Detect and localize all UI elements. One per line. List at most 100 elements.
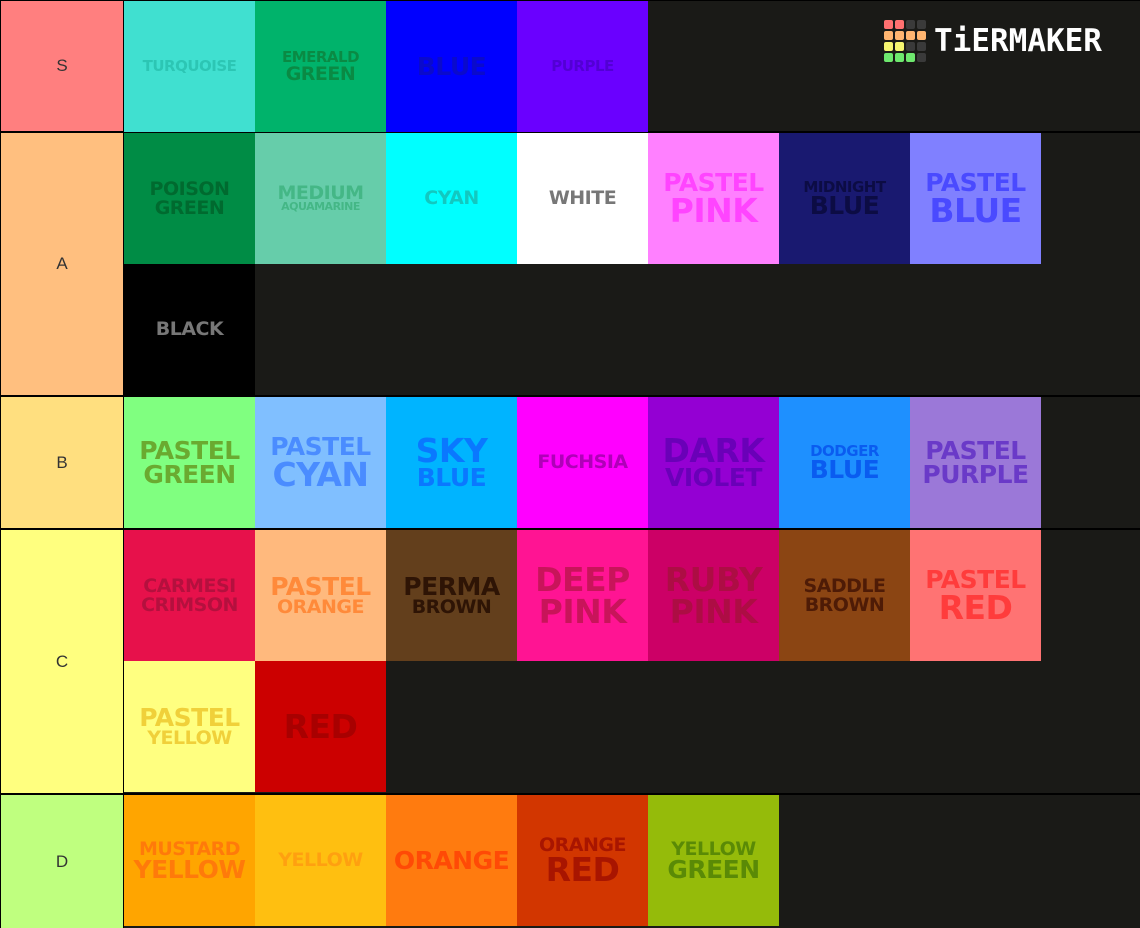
tile-label-line1: PURPLE bbox=[551, 57, 614, 76]
logo-grid-cell bbox=[917, 31, 926, 40]
tile-label-line2: PINK bbox=[669, 591, 758, 631]
tile-label-line2: GREEN bbox=[285, 62, 356, 85]
logo-grid-cell bbox=[884, 20, 893, 29]
logo-grid-cell bbox=[895, 31, 904, 40]
tier-list-board: S TURQUOISE EMERALD GREEN BLUE PURPLE A POIS… bbox=[0, 0, 1140, 928]
tier-item-tile[interactable]: POISON GREEN bbox=[124, 133, 255, 264]
tier-items-d[interactable]: MUSTARD YELLOW YELLOW ORANGE ORANGE RED YELLOW… bbox=[124, 795, 1042, 928]
tier-item-tile[interactable]: RUBY PINK bbox=[648, 530, 779, 661]
tile-label-line2: CYAN bbox=[272, 454, 369, 494]
tier-item-tile[interactable]: PASTEL GREEN bbox=[124, 397, 255, 528]
tier-items-c[interactable]: CARMESI CRIMSON PASTEL ORANGE PERMA BROWN DEEP… bbox=[124, 530, 1042, 793]
tier-item-tile[interactable]: PASTEL PINK bbox=[648, 133, 779, 264]
tier-row-d: D MUSTARD YELLOW YELLOW ORANGE ORANGE RED YELL… bbox=[0, 795, 1140, 928]
tier-item-tile[interactable]: ORANGE RED bbox=[517, 795, 648, 926]
tier-label-d[interactable]: D bbox=[0, 795, 124, 928]
tile-label-line1: FUCHSIA bbox=[537, 451, 628, 474]
logo-grid-cell bbox=[906, 20, 915, 29]
tier-item-tile[interactable]: DODGER BLUE bbox=[779, 397, 910, 528]
tile-label-line1: BLACK bbox=[155, 318, 224, 341]
tier-item-tile[interactable]: PURPLE bbox=[517, 1, 648, 132]
logo-grid-cell bbox=[895, 53, 904, 62]
tier-item-tile[interactable]: PASTEL ORANGE bbox=[255, 530, 386, 661]
tile-label-line2: YELLOW bbox=[133, 854, 246, 884]
tile-label-line2: GREEN bbox=[143, 459, 236, 489]
tier-item-tile[interactable]: YELLOW bbox=[255, 795, 386, 926]
tier-item-tile[interactable]: YELLOW GREEN bbox=[648, 795, 779, 926]
tier-item-tile[interactable]: DEEP PINK bbox=[517, 530, 648, 661]
tile-label-line2: YELLOW bbox=[147, 727, 232, 750]
tier-item-tile[interactable]: PASTEL RED bbox=[910, 530, 1041, 661]
tile-label-line2: RED bbox=[545, 849, 620, 889]
tile-label-line2: BLUE bbox=[809, 454, 880, 484]
tier-item-tile[interactable]: SKY BLUE bbox=[386, 397, 517, 528]
logo-grid-cell bbox=[906, 53, 915, 62]
tier-row-c: C CARMESI CRIMSON PASTEL ORANGE PERMA BROWN DE… bbox=[0, 530, 1140, 795]
tier-item-tile[interactable]: EMERALD GREEN bbox=[255, 1, 386, 132]
tier-item-tile[interactable]: PASTEL CYAN bbox=[255, 397, 386, 528]
tile-label-line1: RED bbox=[283, 706, 358, 746]
logo-grid-cell bbox=[906, 31, 915, 40]
tier-item-tile[interactable]: CYAN bbox=[386, 133, 517, 264]
tile-label-line1: RUBY bbox=[664, 560, 763, 600]
tier-item-tile[interactable]: PASTEL PURPLE bbox=[910, 397, 1041, 528]
tile-label-line2: BLUE bbox=[809, 190, 880, 220]
tiermaker-logo[interactable]: TiERMAKER bbox=[884, 20, 1102, 62]
logo-grid-cell bbox=[884, 31, 893, 40]
logo-grid-cell bbox=[917, 20, 926, 29]
tile-label-line1: SADDLE bbox=[803, 575, 886, 598]
logo-grid-cell bbox=[917, 42, 926, 51]
tile-label-line2: BLUE bbox=[416, 463, 487, 493]
tile-label-line1: YELLOW bbox=[278, 849, 363, 872]
tile-label-line1: POISON bbox=[149, 178, 230, 201]
tier-label-b[interactable]: B bbox=[0, 397, 124, 528]
tier-label-c[interactable]: C bbox=[0, 530, 124, 793]
tile-label-line1: ORANGE bbox=[393, 845, 510, 875]
tier-item-tile[interactable]: PASTEL YELLOW bbox=[124, 661, 255, 792]
logo-text: TiERMAKER bbox=[934, 23, 1102, 59]
tier-items-a[interactable]: POISON GREEN MEDIUM AQUAMARINE CYAN WHITE PAST… bbox=[124, 133, 1042, 395]
tile-label-line1: PASTEL bbox=[925, 435, 1026, 465]
tier-item-tile[interactable]: TURQUOISE bbox=[124, 1, 255, 132]
logo-grid-cell bbox=[917, 53, 926, 62]
tier-item-tile[interactable]: RED bbox=[255, 661, 386, 792]
tier-item-tile[interactable]: MEDIUM AQUAMARINE bbox=[255, 133, 386, 264]
tile-label-line1: TURQUOISE bbox=[142, 57, 237, 76]
tier-row-a: A POISON GREEN MEDIUM AQUAMARINE CYAN WHITE PA… bbox=[0, 133, 1140, 397]
tile-label-line2: ORANGE bbox=[277, 596, 364, 619]
tile-label-line2: PURPLE bbox=[922, 459, 1029, 489]
logo-grid-cell bbox=[884, 42, 893, 51]
tier-item-tile[interactable]: SADDLE BROWN bbox=[779, 530, 910, 661]
logo-grid-cell bbox=[884, 53, 893, 62]
tile-label-line1: CYAN bbox=[424, 187, 479, 210]
tier-item-tile[interactable]: BLACK bbox=[124, 264, 255, 395]
logo-grid-icon bbox=[884, 20, 926, 62]
tier-row-b: B PASTEL GREEN PASTEL CYAN SKY BLUE FUCHSIA DAR… bbox=[0, 397, 1140, 530]
tier-item-tile[interactable]: PASTEL BLUE bbox=[910, 133, 1041, 264]
tier-item-tile[interactable]: BLUE bbox=[386, 1, 517, 132]
tile-label-line2: BROWN bbox=[804, 593, 885, 616]
tile-label-line1: SKY bbox=[415, 430, 488, 470]
tier-label-s[interactable]: S bbox=[0, 1, 124, 131]
tile-label-line1: CARMESI bbox=[143, 575, 236, 598]
tile-label-line1: PASTEL bbox=[139, 702, 240, 732]
logo-grid-cell bbox=[895, 42, 904, 51]
logo-grid-cell bbox=[895, 20, 904, 29]
tier-item-tile[interactable]: DARK VIOLET bbox=[648, 397, 779, 528]
tier-item-tile[interactable]: WHITE bbox=[517, 133, 648, 264]
tile-label-line1: WHITE bbox=[548, 187, 617, 210]
logo-grid-cell bbox=[906, 42, 915, 51]
tier-items-b[interactable]: PASTEL GREEN PASTEL CYAN SKY BLUE FUCHSIA DARK V… bbox=[124, 397, 1042, 528]
tile-label-line1: DEEP bbox=[535, 560, 630, 600]
tier-item-tile[interactable]: FUCHSIA bbox=[517, 397, 648, 528]
tier-item-tile[interactable]: ORANGE bbox=[386, 795, 517, 926]
tile-label-line2: RED bbox=[938, 587, 1013, 627]
tier-label-a[interactable]: A bbox=[0, 133, 124, 395]
tier-item-tile[interactable]: MIDNIGHT BLUE bbox=[779, 133, 910, 264]
tile-label-line1: PERMA bbox=[403, 571, 500, 601]
tile-label-line1: DARK bbox=[662, 430, 765, 470]
tier-item-tile[interactable]: PERMA BROWN bbox=[386, 530, 517, 661]
tile-label-line2: GREEN bbox=[154, 196, 225, 219]
tier-item-tile[interactable]: MUSTARD YELLOW bbox=[124, 795, 255, 926]
tier-item-tile[interactable]: CARMESI CRIMSON bbox=[124, 530, 255, 661]
